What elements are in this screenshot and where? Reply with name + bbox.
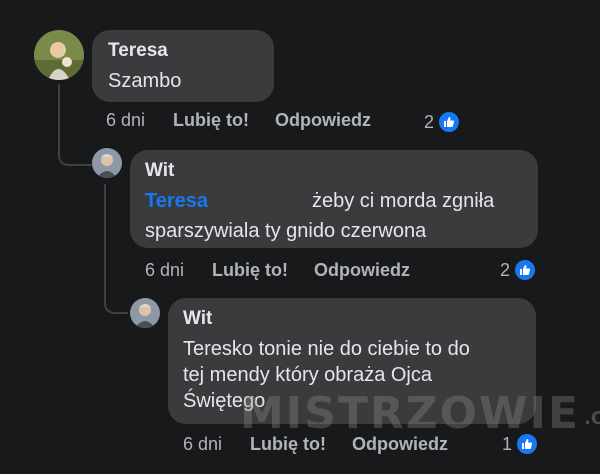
like-thumb-icon: [513, 258, 538, 282]
comment-time[interactable]: 6 dni: [106, 110, 145, 131]
reaction-summary[interactable]: 2: [424, 110, 462, 134]
reaction-summary[interactable]: 2: [500, 258, 538, 282]
watermark: MISTRZOWIE .ORG: [240, 388, 600, 439]
comment-actions: 6 dni Lubię to! Odpowiedz: [106, 110, 371, 131]
comment-text: żeby ci morda zgniła: [312, 190, 495, 212]
thread-line: [58, 84, 92, 166]
comment-author[interactable]: Wit: [183, 308, 212, 330]
like-button[interactable]: Lubię to!: [173, 110, 249, 131]
reply-button[interactable]: Odpowiedz: [275, 110, 371, 131]
avatar[interactable]: [34, 30, 84, 80]
comment-author[interactable]: Wit: [145, 160, 174, 182]
like-thumb-icon: [437, 110, 462, 134]
mention-link[interactable]: Teresa: [145, 188, 208, 214]
reaction-count: 1: [502, 433, 513, 454]
avatar[interactable]: [130, 298, 160, 328]
like-button[interactable]: Lubię to!: [212, 260, 288, 281]
comment-actions: 6 dni Lubię to! Odpowiedz: [183, 434, 448, 455]
comment-actions: 6 dni Lubię to! Odpowiedz: [145, 260, 410, 281]
comment-time[interactable]: 6 dni: [183, 434, 222, 455]
comment-text: sparszywiala ty gnido czerwona: [145, 220, 427, 242]
reply-button[interactable]: Odpowiedz: [352, 434, 448, 455]
reaction-count: 2: [424, 111, 435, 132]
comment-text: Szambo: [108, 70, 182, 92]
reaction-summary[interactable]: 1: [502, 432, 540, 456]
mention-name[interactable]: Teresa: [145, 190, 208, 212]
comment-text: tej mendy który obraża Ojca: [183, 364, 432, 386]
avatar[interactable]: [92, 148, 122, 178]
watermark-suffix: .ORG: [584, 408, 600, 429]
comment-time[interactable]: 6 dni: [145, 260, 184, 281]
thread-line: [104, 184, 128, 314]
like-button[interactable]: Lubię to!: [250, 434, 326, 455]
comment-author[interactable]: Teresa: [108, 40, 168, 62]
like-thumb-icon: [515, 432, 540, 456]
reply-button[interactable]: Odpowiedz: [314, 260, 410, 281]
reaction-count: 2: [500, 259, 511, 280]
comment-text: Teresko tonie nie do ciebie to do: [183, 338, 470, 360]
